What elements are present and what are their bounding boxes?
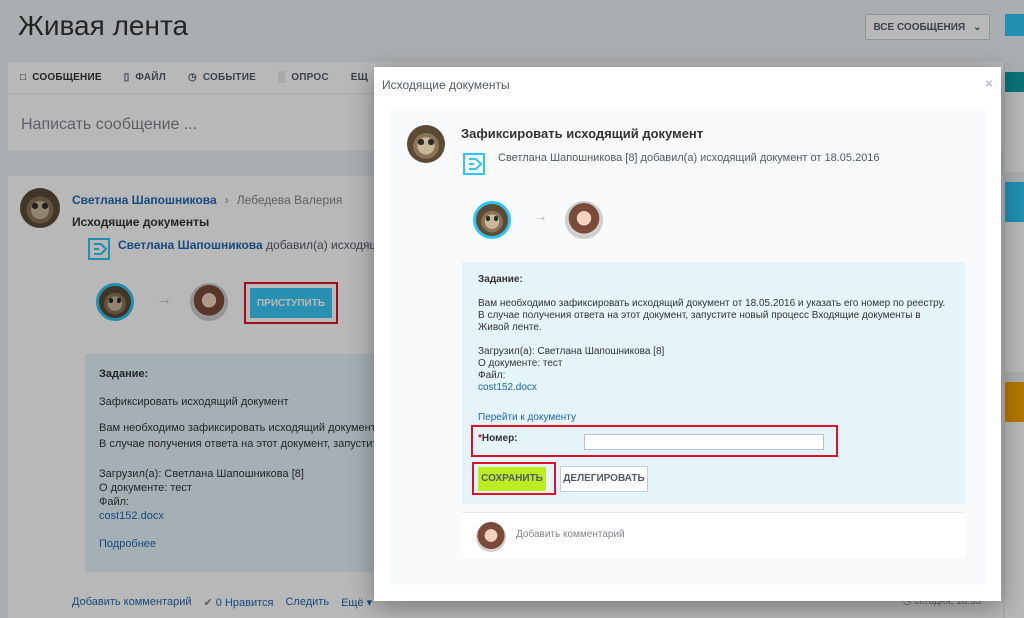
card-subtitle: Светлана Шапошникова [8] добавил(а) исхо…	[498, 152, 880, 164]
outgoing-document-icon	[463, 153, 485, 175]
task-panel: Задание: Вам необходимо зафиксировать ис…	[462, 262, 965, 504]
delegate-button[interactable]: ДЕЛЕГИРОВАТЬ	[560, 466, 648, 492]
add-comment-placeholder: Добавить комментарий	[516, 529, 625, 540]
popup-body: Зафиксировать исходящий документ Светлан…	[391, 109, 985, 585]
card-author-avatar	[407, 125, 445, 163]
task-line-3: Живой ленте.	[478, 322, 542, 333]
task-line-2: В случае получения ответа на этот докуме…	[478, 310, 921, 321]
comment-bar[interactable]: Добавить комментарий	[462, 512, 965, 558]
task-file-link[interactable]: cost152.docx	[478, 382, 965, 394]
arrow-right-icon: →	[532, 208, 548, 225]
highlight-save-button	[472, 462, 556, 495]
task-file-label: Файл:	[478, 370, 506, 381]
task-about: О документе: тест	[478, 358, 563, 369]
highlight-number-field	[471, 425, 838, 457]
flow-target-avatar	[565, 201, 603, 239]
popup-header: Исходящие документы ×	[374, 67, 1001, 99]
task-uploaded: Загрузил(а): Светлана Шапошникова [8]	[478, 346, 665, 357]
task-label: Задание:	[478, 274, 523, 285]
comment-avatar	[476, 522, 506, 552]
task-card: Зафиксировать исходящий документ Светлан…	[391, 109, 985, 585]
popup-title: Исходящие документы	[382, 78, 510, 92]
task-line-1: Вам необходимо зафиксировать исходящий д…	[478, 298, 946, 309]
flow-start-avatar	[473, 201, 511, 239]
goto-document-link[interactable]: Перейти к документу	[478, 412, 965, 424]
close-icon[interactable]: ×	[985, 75, 993, 91]
card-title: Зафиксировать исходящий документ	[461, 126, 704, 141]
outgoing-docs-popup: Исходящие документы × Зафиксировать исхо…	[374, 67, 1001, 601]
